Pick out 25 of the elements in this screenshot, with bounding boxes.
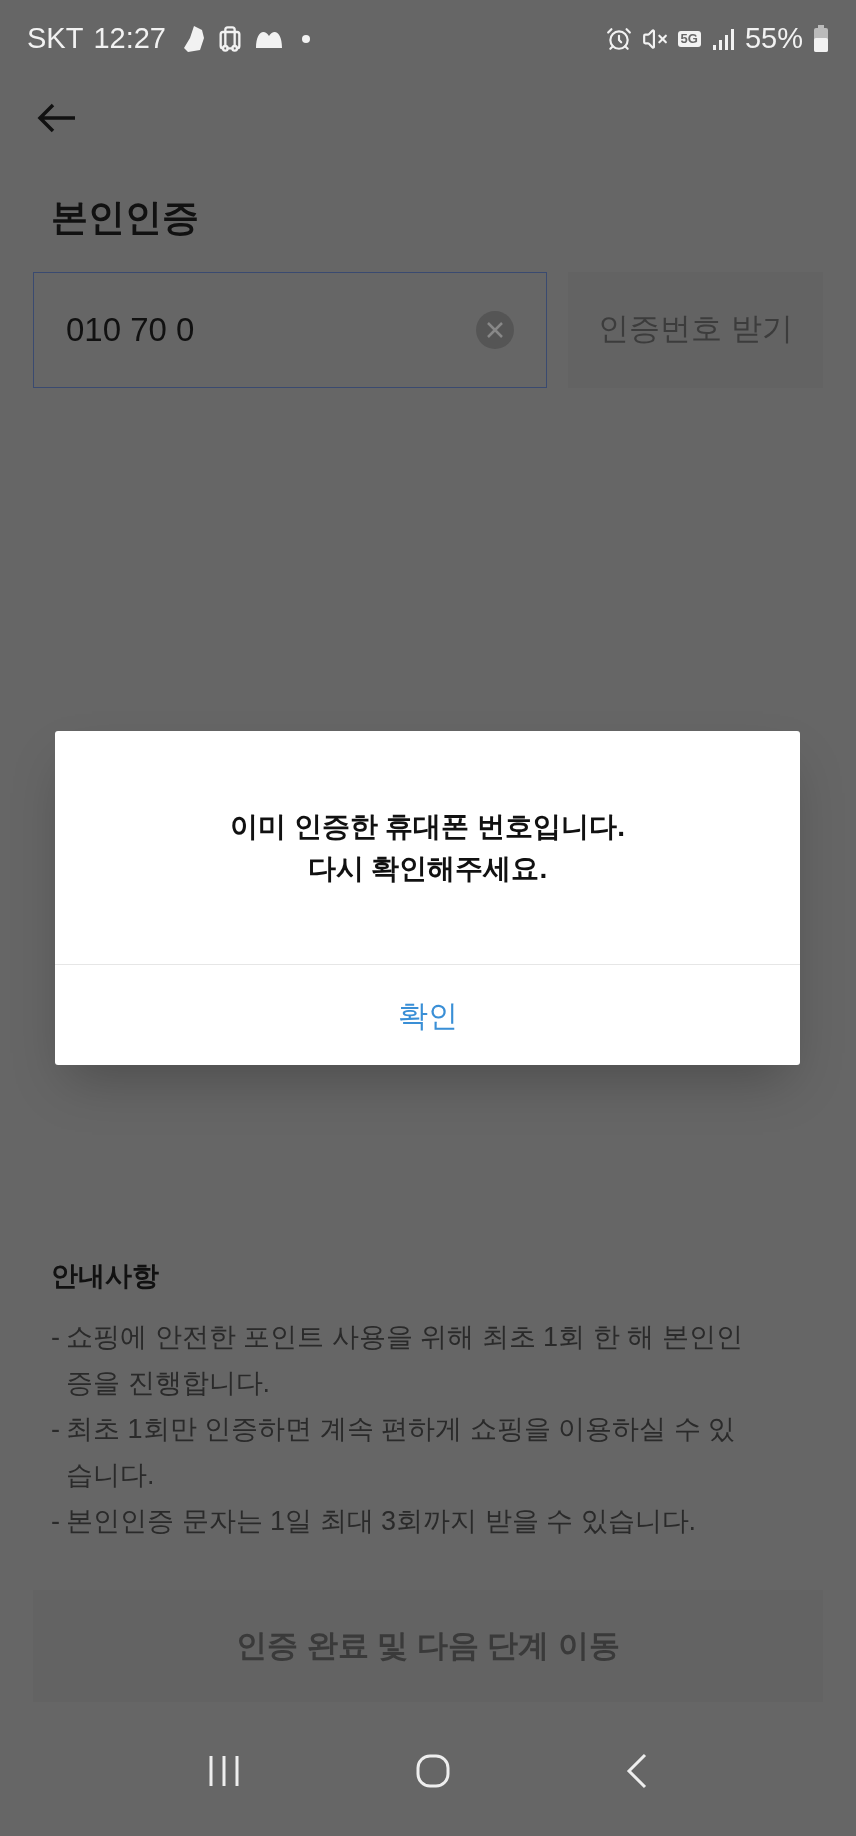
recent-apps-icon[interactable] [207, 1754, 242, 1788]
phone-field[interactable]: 010 70 0 [33, 271, 547, 388]
back-icon[interactable] [624, 1753, 649, 1789]
battery-icon [813, 25, 829, 53]
network-badge: 5G [677, 31, 701, 47]
back-arrow-icon[interactable] [37, 102, 77, 134]
notice-text: 본인인증 문자는 1일 최대 3회까지 받을 수 있습니다. [66, 1505, 698, 1538]
mute-icon [641, 26, 668, 52]
home-icon[interactable] [416, 1754, 450, 1788]
alarm-icon [605, 26, 632, 52]
dialog-message: 다시 확인해주세요. [307, 851, 548, 886]
notice-title: 안내사항 [51, 1259, 160, 1293]
confirm-button[interactable]: 확인 [55, 965, 800, 1065]
clock: 12:27 [93, 21, 166, 57]
dialog-message: 이미 인증한 휴대폰 번호입니다. [229, 809, 626, 844]
phone-number: 010 70 0 [66, 309, 196, 350]
notice-text: 쇼핑에 안전한 포인트 사용을 위해 최초 1회 한 해 본인인증을 진행합니다. [66, 1321, 744, 1400]
list-dash: - [51, 1505, 60, 1538]
list-dash: - [51, 1413, 60, 1446]
battery-percent: 55% [744, 21, 803, 57]
notice-text: 최초 1회만 인증하면 계속 편하게 쇼핑을 이용하실 수 있습니다. [66, 1413, 737, 1492]
page-title: 본인인증 [50, 196, 200, 240]
carrier-label: SKT [27, 21, 84, 57]
list-dash: - [51, 1321, 60, 1354]
signal-icon [710, 27, 735, 51]
